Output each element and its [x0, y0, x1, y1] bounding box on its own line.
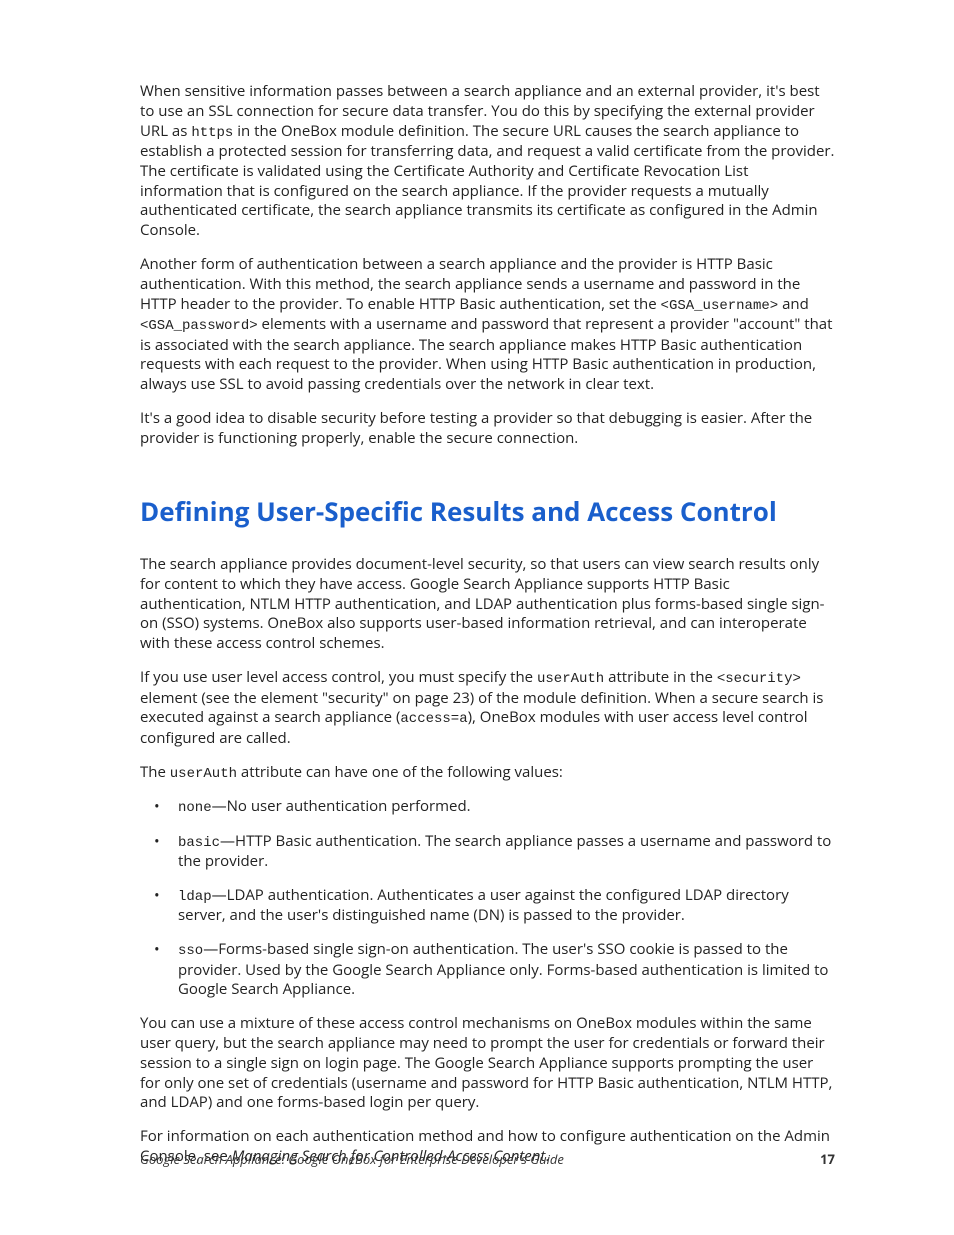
userauth-value-list: none—No user authentication performed. b…	[140, 797, 835, 1000]
paragraph-ssl: When sensitive information passes betwee…	[140, 82, 835, 241]
text: If you use user level access control, yo…	[140, 667, 537, 687]
text: —Forms-based single sign-on authenticati…	[178, 939, 828, 999]
code-none: none	[178, 800, 212, 816]
code-gsa-username: <GSA_username>	[661, 298, 779, 314]
text: attribute in the	[604, 667, 717, 687]
footer-page-number: 17	[820, 1151, 835, 1169]
text: —LDAP authentication. Authenticates a us…	[178, 885, 789, 925]
text: attribute can have one of the following …	[237, 762, 563, 782]
code-userauth: userAuth	[537, 671, 604, 687]
code-sso: sso	[178, 943, 203, 959]
paragraph-userauth-values: The userAuth attribute can have one of t…	[140, 763, 835, 783]
list-item: sso—Forms-based single sign-on authentic…	[140, 940, 835, 1000]
paragraph-mixture: You can use a mixture of these access co…	[140, 1014, 835, 1113]
paragraph-disable-security: It's a good idea to disable security bef…	[140, 409, 835, 449]
code-access-a: access=a	[400, 711, 467, 727]
code-userauth: userAuth	[170, 766, 237, 782]
code-ldap: ldap	[178, 889, 212, 905]
code-security: <security>	[717, 671, 801, 687]
text: —No user authentication performed.	[212, 796, 471, 816]
section-heading: Defining User-Specific Results and Acces…	[140, 495, 835, 528]
page: When sensitive information passes betwee…	[0, 0, 954, 1235]
code-https: https	[191, 125, 233, 141]
text: —HTTP Basic authentication. The search a…	[178, 831, 831, 871]
text: and	[778, 294, 809, 314]
list-item: basic—HTTP Basic authentication. The sea…	[140, 832, 835, 872]
paragraph-userauth-required: If you use user level access control, yo…	[140, 668, 835, 749]
code-basic: basic	[178, 835, 220, 851]
list-item: none—No user authentication performed.	[140, 797, 835, 817]
code-gsa-password: <GSA_password>	[140, 318, 258, 334]
text: in the OneBox module definition. The sec…	[140, 121, 834, 241]
text: The	[140, 762, 170, 782]
paragraph-http-basic: Another form of authentication between a…	[140, 255, 835, 395]
paragraph-doc-security: The search appliance provides document-l…	[140, 555, 835, 654]
page-footer: Google Search Appliance: Google OneBox f…	[140, 1151, 835, 1169]
list-item: ldap—LDAP authentication. Authenticates …	[140, 886, 835, 926]
footer-title: Google Search Appliance: Google OneBox f…	[140, 1151, 564, 1169]
